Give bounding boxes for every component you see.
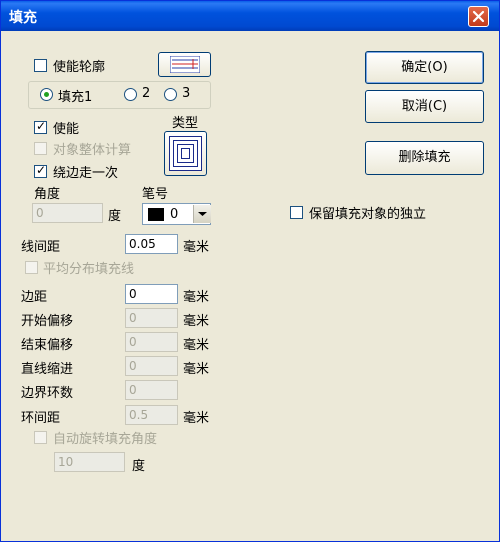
auto-rotate-label: 自动旋转填充角度 <box>53 432 158 447</box>
close-button[interactable] <box>468 6 489 27</box>
even-distribute-label: 平均分布填充线 <box>43 262 135 277</box>
enable-fill-label: 使能 <box>53 122 80 137</box>
delete-fill-button[interactable]: 删除填充 <box>365 141 484 175</box>
edge-once-label: 绕边走一次 <box>53 166 119 181</box>
pen-label: 笔号 <box>142 187 169 202</box>
end-offset-unit: 毫米 <box>183 338 210 353</box>
fill-tab-3-radio[interactable] <box>164 88 177 101</box>
border-loops-input[interactable]: 0 <box>125 380 178 400</box>
line-indent-unit: 毫米 <box>183 362 210 377</box>
edge-once-checkbox[interactable]: ✓ <box>34 163 47 178</box>
hatch-lines-icon <box>170 56 200 73</box>
enable-fill-checkbox[interactable]: ✓ <box>34 119 47 134</box>
fill-tab-2-radio[interactable] <box>124 88 137 101</box>
margin-unit: 毫米 <box>183 290 210 305</box>
auto-rotate-checkbox[interactable] <box>34 431 47 444</box>
enable-outline-checkbox[interactable] <box>34 59 47 72</box>
window-title: 填充 <box>9 10 37 26</box>
line-indent-label: 直线缩进 <box>21 362 74 377</box>
pen-dropdown-button[interactable] <box>193 205 211 223</box>
ring-spacing-label: 环间距 <box>21 411 61 426</box>
border-loops-label: 边界环数 <box>21 386 74 401</box>
enable-outline-label: 使能轮廓 <box>53 60 106 75</box>
close-icon <box>472 10 485 23</box>
margin-input[interactable]: 0 <box>125 284 178 304</box>
fill-tab-3-label: 3 <box>182 86 191 101</box>
start-offset-input[interactable]: 0 <box>125 308 178 328</box>
concentric-fill-icon <box>169 136 202 171</box>
margin-label: 边距 <box>21 290 48 305</box>
ring-spacing-unit: 毫米 <box>183 411 210 426</box>
line-spacing-unit: 毫米 <box>183 240 210 255</box>
ring-spacing-input[interactable]: 0.5 <box>125 405 178 425</box>
fill-dialog: 填充 使能轮廓 填充1 2 3 ✓ 使能 对象整体计算 ✓ 绕边走一次 类型 角… <box>0 0 500 542</box>
pen-value: 0 <box>170 207 179 222</box>
end-offset-input[interactable]: 0 <box>125 332 178 352</box>
fill-tab-2-label: 2 <box>142 86 151 101</box>
pen-color-swatch <box>148 208 164 221</box>
even-distribute-checkbox[interactable] <box>25 261 38 274</box>
cancel-button[interactable]: 取消(C) <box>365 90 484 123</box>
ok-button[interactable]: 确定(O) <box>365 51 484 84</box>
whole-object-label: 对象整体计算 <box>53 143 132 158</box>
line-spacing-label: 线间距 <box>21 240 61 255</box>
keep-independent-checkbox[interactable] <box>290 206 303 219</box>
fill-tab-1-radio[interactable] <box>40 88 53 101</box>
keep-independent-label: 保留填充对象的独立 <box>309 207 427 222</box>
line-spacing-input[interactable]: 0.05 <box>125 234 178 254</box>
chevron-down-icon <box>198 212 207 216</box>
auto-rotate-unit: 度 <box>132 459 146 474</box>
outline-pen-button[interactable] <box>158 52 211 77</box>
type-label: 类型 <box>172 116 199 131</box>
angle-label: 角度 <box>34 187 61 202</box>
whole-object-checkbox[interactable] <box>34 142 47 155</box>
line-indent-input[interactable]: 0 <box>125 356 178 376</box>
pen-select[interactable]: 0 <box>142 203 211 225</box>
fill-tab-1-label: 填充1 <box>58 90 93 105</box>
start-offset-unit: 毫米 <box>183 314 210 329</box>
end-offset-label: 结束偏移 <box>21 338 74 353</box>
title-bar: 填充 <box>1 1 499 31</box>
fill-type-button[interactable] <box>164 131 207 176</box>
angle-unit-label: 度 <box>108 209 122 224</box>
angle-input[interactable]: 0 <box>32 203 103 223</box>
start-offset-label: 开始偏移 <box>21 314 74 329</box>
auto-rotate-input[interactable]: 10 <box>54 452 125 472</box>
